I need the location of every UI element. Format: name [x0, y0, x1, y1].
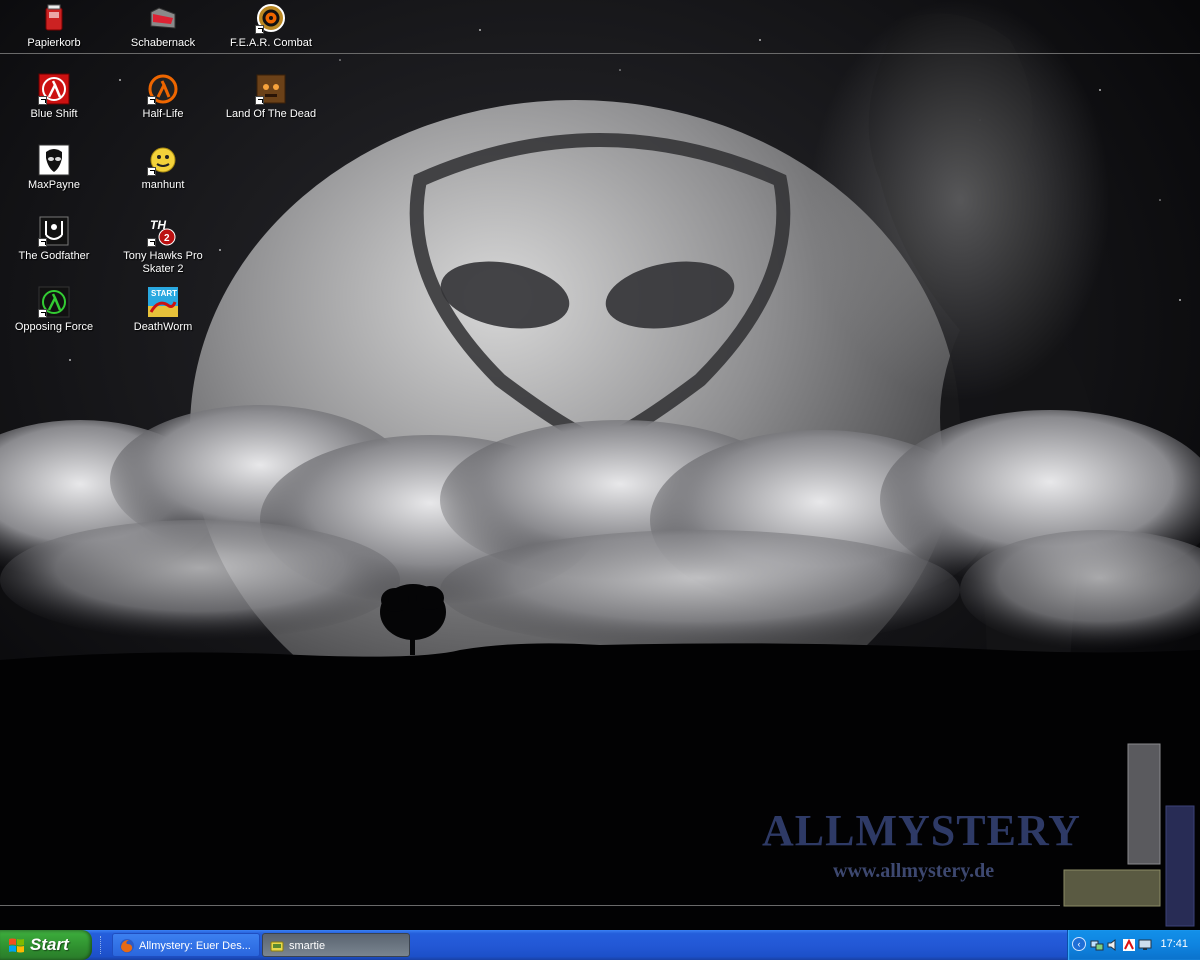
bottom-divider-line [0, 905, 1060, 906]
desktop-icon-deathworm[interactable]: START DeathWorm [113, 286, 213, 334]
svg-text:2: 2 [164, 233, 170, 244]
desktop-icon-label: DeathWorm [133, 321, 193, 333]
display-icon[interactable] [1138, 938, 1152, 952]
desktop-icon-label: Opposing Force [14, 321, 94, 333]
taskbar-button-smartie[interactable]: smartie [262, 933, 410, 957]
windows-logo-icon [9, 938, 24, 953]
desktop-icon-label: F.E.A.R. Combat [230, 37, 312, 49]
top-divider-line [0, 53, 1200, 54]
shortcut-arrow-icon [38, 309, 47, 318]
desktop-icon-schabernack[interactable]: Schabernack [113, 2, 213, 50]
system-tray: ‹ 17:41 [1067, 930, 1200, 960]
desktop-icon-tony-hawk[interactable]: TH 2 Tony Hawks Pro Skater 2 [113, 215, 213, 276]
task-label: smartie [289, 940, 326, 952]
clock[interactable]: 17:41 [1160, 938, 1188, 950]
shortcut-arrow-icon [255, 96, 264, 105]
land-of-the-dead-icon [255, 73, 287, 105]
svg-text:START: START [151, 289, 177, 298]
shortcut-arrow-icon [147, 96, 156, 105]
shortcut-arrow-icon [38, 238, 47, 247]
desktop-icon-label: Blue Shift [30, 108, 78, 120]
wallpaper: ALLMYSTERY www.allmystery.de [0, 0, 1200, 930]
manhunt-icon [147, 144, 179, 176]
halflife-blue-shift-icon [38, 73, 70, 105]
chevron-left-icon[interactable]: ‹ [1072, 937, 1086, 951]
desktop-icon-maxpayne[interactable]: MaxPayne [4, 144, 104, 192]
task-label: Allmystery: Euer Des... [139, 940, 251, 952]
desktop-icon-label: Land Of The Dead [225, 108, 317, 120]
desktop-icon-manhunt[interactable]: manhunt [113, 144, 213, 192]
fear-icon [255, 2, 287, 34]
shortcut-arrow-icon [147, 167, 156, 176]
shortcut-arrow-icon [255, 25, 264, 34]
wallpaper-brand: ALLMYSTERY [762, 806, 1081, 855]
desktop-icon-label: manhunt [141, 179, 185, 191]
start-button[interactable]: Start [0, 930, 92, 960]
desktop-icon-half-life[interactable]: Half-Life [113, 73, 213, 121]
folder-icon [147, 2, 179, 34]
desktop-icon-fear-combat[interactable]: F.E.A.R. Combat [221, 2, 321, 50]
desktop-icon-godfather[interactable]: The Godfather [4, 215, 104, 263]
desktop-icon-blue-shift[interactable]: Blue Shift [4, 73, 104, 121]
godfather-icon [38, 215, 70, 247]
firefox-icon [120, 939, 134, 953]
shortcut-arrow-icon [147, 238, 156, 247]
halflife-icon [147, 73, 179, 105]
desktop-icon-opposing-force[interactable]: Opposing Force [4, 286, 104, 334]
recycle-bin-icon [38, 2, 70, 34]
max-payne-icon [38, 144, 70, 176]
taskbar-grip[interactable] [100, 936, 105, 954]
antivirus-icon[interactable] [1122, 938, 1136, 952]
desktop-icon-land-of-the-dead[interactable]: Land Of The Dead [221, 73, 321, 121]
start-label: Start [30, 935, 69, 954]
volume-icon[interactable] [1106, 938, 1120, 952]
desktop-icon-label: Tony Hawks Pro Skater 2 [123, 250, 203, 275]
network-icon[interactable] [1090, 938, 1104, 952]
taskbar: Start Allmystery: Euer Des... smartie ‹ … [0, 930, 1200, 960]
smartie-icon [270, 941, 284, 952]
deathworm-icon: START [147, 286, 179, 318]
desktop-icon-label: Papierkorb [27, 37, 81, 49]
shortcut-arrow-icon [38, 96, 47, 105]
wallpaper-url: www.allmystery.de [833, 860, 995, 882]
tony-hawk-icon: TH 2 [147, 215, 179, 247]
desktop-icon-label: The Godfather [18, 250, 90, 262]
opposing-force-icon [38, 286, 70, 318]
wallpaper-art [0, 0, 1200, 930]
desktop-icon-label: Half-Life [142, 108, 184, 120]
desktop-icon-label: Schabernack [130, 37, 196, 49]
desktop-icon-papierkorb[interactable]: Papierkorb [4, 2, 104, 50]
desktop-icon-label: MaxPayne [28, 179, 80, 191]
taskbar-button-firefox[interactable]: Allmystery: Euer Des... [112, 933, 260, 957]
